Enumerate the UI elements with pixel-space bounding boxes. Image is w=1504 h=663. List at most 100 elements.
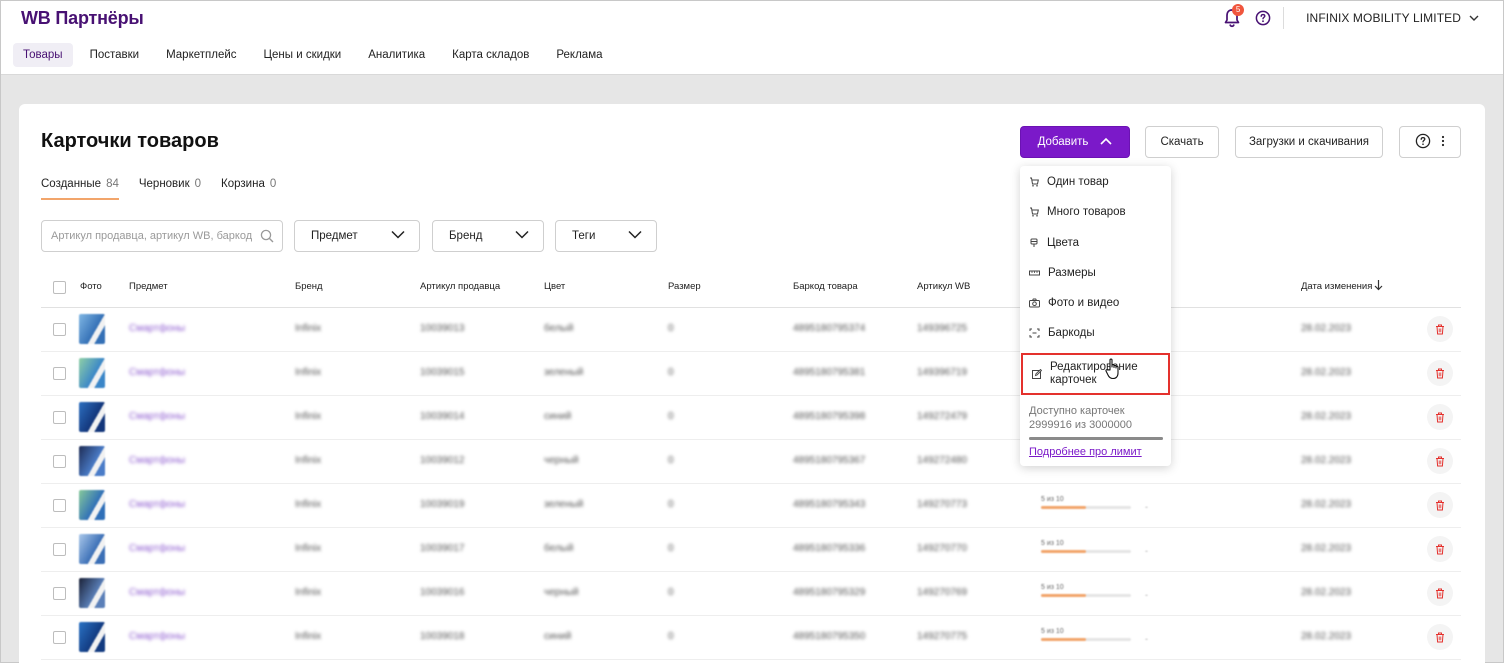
menu-item-colors[interactable]: Цвета	[1020, 228, 1171, 258]
cell-subject[interactable]: Смартфоны	[129, 587, 185, 598]
help-more-button[interactable]	[1399, 126, 1461, 158]
product-thumbnail[interactable]	[79, 358, 105, 388]
tab-count: 84	[106, 178, 119, 190]
chevron-down-icon[interactable]	[1469, 11, 1479, 25]
column-date-modified[interactable]: Дата изменения	[1301, 281, 1372, 292]
menu-item-label: Баркоды	[1048, 327, 1095, 339]
column-barcode[interactable]: Баркод товара	[793, 281, 858, 292]
sort-arrow-down-icon[interactable]	[1374, 279, 1383, 294]
column-size[interactable]: Размер	[668, 281, 701, 292]
cell-subject[interactable]: Смартфоны	[129, 499, 185, 510]
menu-item-many-products[interactable]: Много товаров	[1020, 197, 1171, 227]
rating-text: 5 из 10	[1041, 628, 1064, 635]
cell-subject[interactable]: Смартфоны	[129, 367, 185, 378]
menu-item-photo-video[interactable]: Фото и видео	[1020, 288, 1171, 318]
filter-tags[interactable]: Теги	[555, 220, 657, 252]
column-vendor-code[interactable]: Артикул продавца	[420, 281, 500, 292]
nav-item-products[interactable]: Товары	[13, 43, 73, 67]
delete-icon[interactable]	[1427, 492, 1453, 518]
column-color[interactable]: Цвет	[544, 281, 565, 292]
logo[interactable]: WB Партнёры	[21, 8, 144, 29]
cell-size: 0	[668, 367, 674, 378]
search-input[interactable]	[41, 220, 283, 252]
delete-icon[interactable]	[1427, 404, 1453, 430]
more-icon	[1441, 135, 1445, 150]
cell-color: белый	[544, 323, 574, 334]
rating-bar-fill	[1041, 550, 1086, 553]
menu-item-single-product[interactable]: Один товар	[1020, 167, 1171, 197]
help-icon[interactable]	[1255, 10, 1271, 26]
cell-subject[interactable]: Смартфоны	[129, 323, 185, 334]
product-thumbnail[interactable]	[79, 490, 105, 520]
uploads-downloads-button[interactable]: Загрузки и скачивания	[1235, 126, 1383, 158]
cell-barcode: 4895180795374	[793, 323, 866, 334]
menu-item-barcodes[interactable]: Баркоды	[1020, 318, 1171, 348]
table-row[interactable]: Смартфоны Infinix 10039016 черный 0 489518079…	[41, 572, 1461, 616]
limit-details-link[interactable]: Подробнее про лимит	[1029, 446, 1142, 458]
column-subject[interactable]: Предмет	[129, 281, 168, 292]
cell-size: 0	[668, 499, 674, 510]
select-all-checkbox[interactable]	[53, 281, 66, 294]
nav-item-analytics[interactable]: Аналитика	[358, 43, 435, 67]
quota-progress-bar	[1029, 437, 1163, 440]
product-thumbnail[interactable]	[79, 446, 105, 476]
row-checkbox[interactable]	[53, 631, 66, 644]
filter-subject[interactable]: Предмет	[294, 220, 420, 252]
delete-icon[interactable]	[1427, 580, 1453, 606]
tab-trash[interactable]: Корзина 0	[221, 178, 276, 200]
bell-icon[interactable]: 5	[1223, 4, 1245, 28]
filter-label: Бренд	[449, 230, 483, 242]
nav-item-warehouse-map[interactable]: Карта складов	[442, 43, 539, 67]
nav-item-marketplace[interactable]: Маркетплейс	[156, 43, 246, 67]
cards-quota-text: Доступно карточек 2999916 из 3000000	[1029, 404, 1132, 432]
nav-item-supplies[interactable]: Поставки	[80, 43, 150, 67]
table-row[interactable]: Смартфоны Infinix 10039013 белый 0 4895180795…	[41, 308, 1461, 352]
row-checkbox[interactable]	[53, 323, 66, 336]
notification-badge: 5	[1232, 4, 1245, 16]
cell-subject[interactable]: Смартфоны	[129, 411, 185, 422]
search-icon[interactable]	[260, 229, 274, 243]
cell-subject[interactable]: Смартфоны	[129, 455, 185, 466]
menu-item-label: Редактирование карточек	[1050, 361, 1138, 387]
menu-item-edit-cards[interactable]: Редактирование карточек	[1021, 353, 1170, 395]
menu-item-sizes[interactable]: Размеры	[1020, 258, 1171, 288]
cell-subject[interactable]: Смартфоны	[129, 543, 185, 554]
delete-icon[interactable]	[1427, 316, 1453, 342]
delete-icon[interactable]	[1427, 448, 1453, 474]
row-checkbox[interactable]	[53, 367, 66, 380]
row-checkbox[interactable]	[53, 587, 66, 600]
download-button[interactable]: Скачать	[1145, 126, 1219, 158]
column-wb-article[interactable]: Артикул WB	[917, 281, 970, 292]
chevron-down-icon	[391, 230, 405, 242]
table-row[interactable]: Смартфоны Infinix 10039012 черный 0 489518079…	[41, 440, 1461, 484]
cell-color: черный	[544, 587, 579, 598]
cell-subject[interactable]: Смартфоны	[129, 631, 185, 642]
table-row[interactable]: Смартфоны Infinix 10039019 зеленый 0 48951807…	[41, 484, 1461, 528]
nav-item-prices[interactable]: Цены и скидки	[254, 43, 352, 67]
table-row[interactable]: Смартфоны Infinix 10039017 белый 0 4895180795…	[41, 528, 1461, 572]
filter-brand[interactable]: Бренд	[432, 220, 544, 252]
table-row[interactable]: Смартфоны Infinix 10039014 синий 0 4895180795…	[41, 396, 1461, 440]
delete-icon[interactable]	[1427, 536, 1453, 562]
cell-barcode: 4895180795343	[793, 499, 866, 510]
product-thumbnail[interactable]	[79, 534, 105, 564]
column-brand[interactable]: Бренд	[295, 281, 323, 292]
table-row[interactable]: Смартфоны Infinix 10039018 синий 0 4895180795…	[41, 616, 1461, 660]
row-checkbox[interactable]	[53, 499, 66, 512]
product-thumbnail[interactable]	[79, 622, 105, 652]
delete-icon[interactable]	[1427, 360, 1453, 386]
delete-icon[interactable]	[1427, 624, 1453, 650]
card-rating: 5 из 10 -	[1041, 496, 1148, 512]
row-checkbox[interactable]	[53, 543, 66, 556]
tab-draft[interactable]: Черновик 0	[139, 178, 201, 200]
product-thumbnail[interactable]	[79, 402, 105, 432]
company-name[interactable]: INFINIX MOBILITY LIMITED	[1306, 11, 1461, 25]
table-row[interactable]: Смартфоны Infinix 10039015 зеленый 0 48951807…	[41, 352, 1461, 396]
product-thumbnail[interactable]	[79, 314, 105, 344]
nav-item-ads[interactable]: Реклама	[546, 43, 612, 67]
row-checkbox[interactable]	[53, 411, 66, 424]
tab-created[interactable]: Созданные 84	[41, 178, 119, 200]
add-button[interactable]: Добавить	[1020, 126, 1130, 158]
product-thumbnail[interactable]	[79, 578, 105, 608]
row-checkbox[interactable]	[53, 455, 66, 468]
